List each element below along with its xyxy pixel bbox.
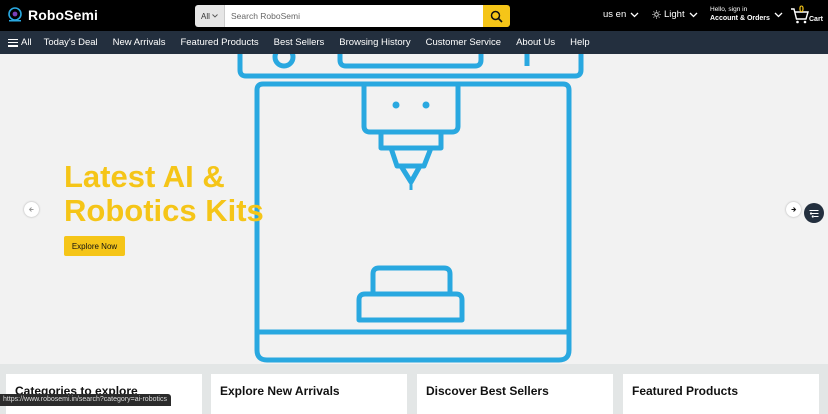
locale-label: us en — [603, 9, 627, 20]
search-input[interactable] — [225, 5, 483, 27]
account-greeting: Hello, sign in — [710, 6, 748, 13]
chevron-right-icon — [791, 207, 797, 212]
nav-about-us[interactable]: About Us — [516, 37, 555, 48]
carousel-next-button[interactable] — [786, 202, 801, 217]
search-icon — [490, 10, 503, 23]
card-new-arrivals[interactable]: Explore New Arrivals — [211, 374, 407, 414]
card-title: Discover Best Sellers — [426, 384, 549, 398]
chevron-down-icon — [774, 12, 783, 17]
cart-label: Cart — [809, 16, 824, 23]
sun-icon — [652, 10, 661, 19]
nav-best-sellers[interactable]: Best Sellers — [274, 37, 325, 48]
hero-title: Latest AI & Robotics Kits — [64, 160, 264, 228]
filter-floating-button[interactable] — [804, 203, 824, 223]
search-category-select[interactable]: All — [195, 5, 225, 27]
hero-title-line-2: Robotics Kits — [64, 193, 264, 228]
explore-now-button[interactable]: Explore Now — [64, 236, 125, 256]
theme-selector[interactable]: Light — [652, 9, 698, 20]
nav-new-arrivals[interactable]: New Arrivals — [113, 37, 166, 48]
search-bar: All — [195, 5, 510, 27]
chevron-down-icon — [689, 12, 698, 17]
cart-button[interactable]: 0 Cart — [790, 4, 824, 27]
main-nav: All Today's Deal New Arrivals Featured P… — [0, 31, 828, 54]
chevron-down-icon — [212, 14, 218, 18]
nav-all-menu[interactable]: All — [8, 37, 32, 48]
nav-all-label: All — [21, 37, 32, 48]
brand-name: RoboSemi — [28, 7, 99, 23]
theme-label: Light — [664, 9, 685, 20]
search-button[interactable] — [483, 5, 510, 27]
logo-icon — [6, 5, 26, 25]
card-featured-products[interactable]: Featured Products — [623, 374, 819, 414]
link-status-bar: https://www.robosemi.in/search?category=… — [0, 394, 171, 406]
top-header: RoboSemi All us en Light Hello, — [0, 0, 828, 31]
account-label: Account & Orders — [710, 15, 770, 22]
cart-count: 0 — [799, 4, 805, 14]
locale-selector[interactable]: us en — [603, 9, 639, 20]
card-best-sellers[interactable]: Discover Best Sellers — [417, 374, 613, 414]
chevron-left-icon — [28, 207, 34, 212]
nav-browsing-history[interactable]: Browsing History — [339, 37, 410, 48]
search-category-value: All — [201, 11, 210, 21]
card-title: Featured Products — [632, 384, 739, 398]
nav-featured-products[interactable]: Featured Products — [180, 37, 258, 48]
card-title: Explore New Arrivals — [220, 384, 340, 398]
nav-todays-deal[interactable]: Today's Deal — [44, 37, 98, 48]
hamburger-icon — [8, 38, 18, 47]
nav-customer-service[interactable]: Customer Service — [426, 37, 502, 48]
carousel-prev-button[interactable] — [24, 202, 39, 217]
hero-title-line-1: Latest AI & — [64, 159, 225, 194]
account-menu[interactable]: Hello, sign in Account & Orders — [710, 6, 783, 23]
brand-logo[interactable]: RoboSemi — [6, 4, 98, 26]
nav-help[interactable]: Help — [570, 37, 590, 48]
filter-icon — [809, 209, 819, 218]
hero-banner[interactable]: Latest AI & Robotics Kits Explore Now — [0, 54, 828, 364]
chevron-down-icon — [630, 12, 639, 17]
